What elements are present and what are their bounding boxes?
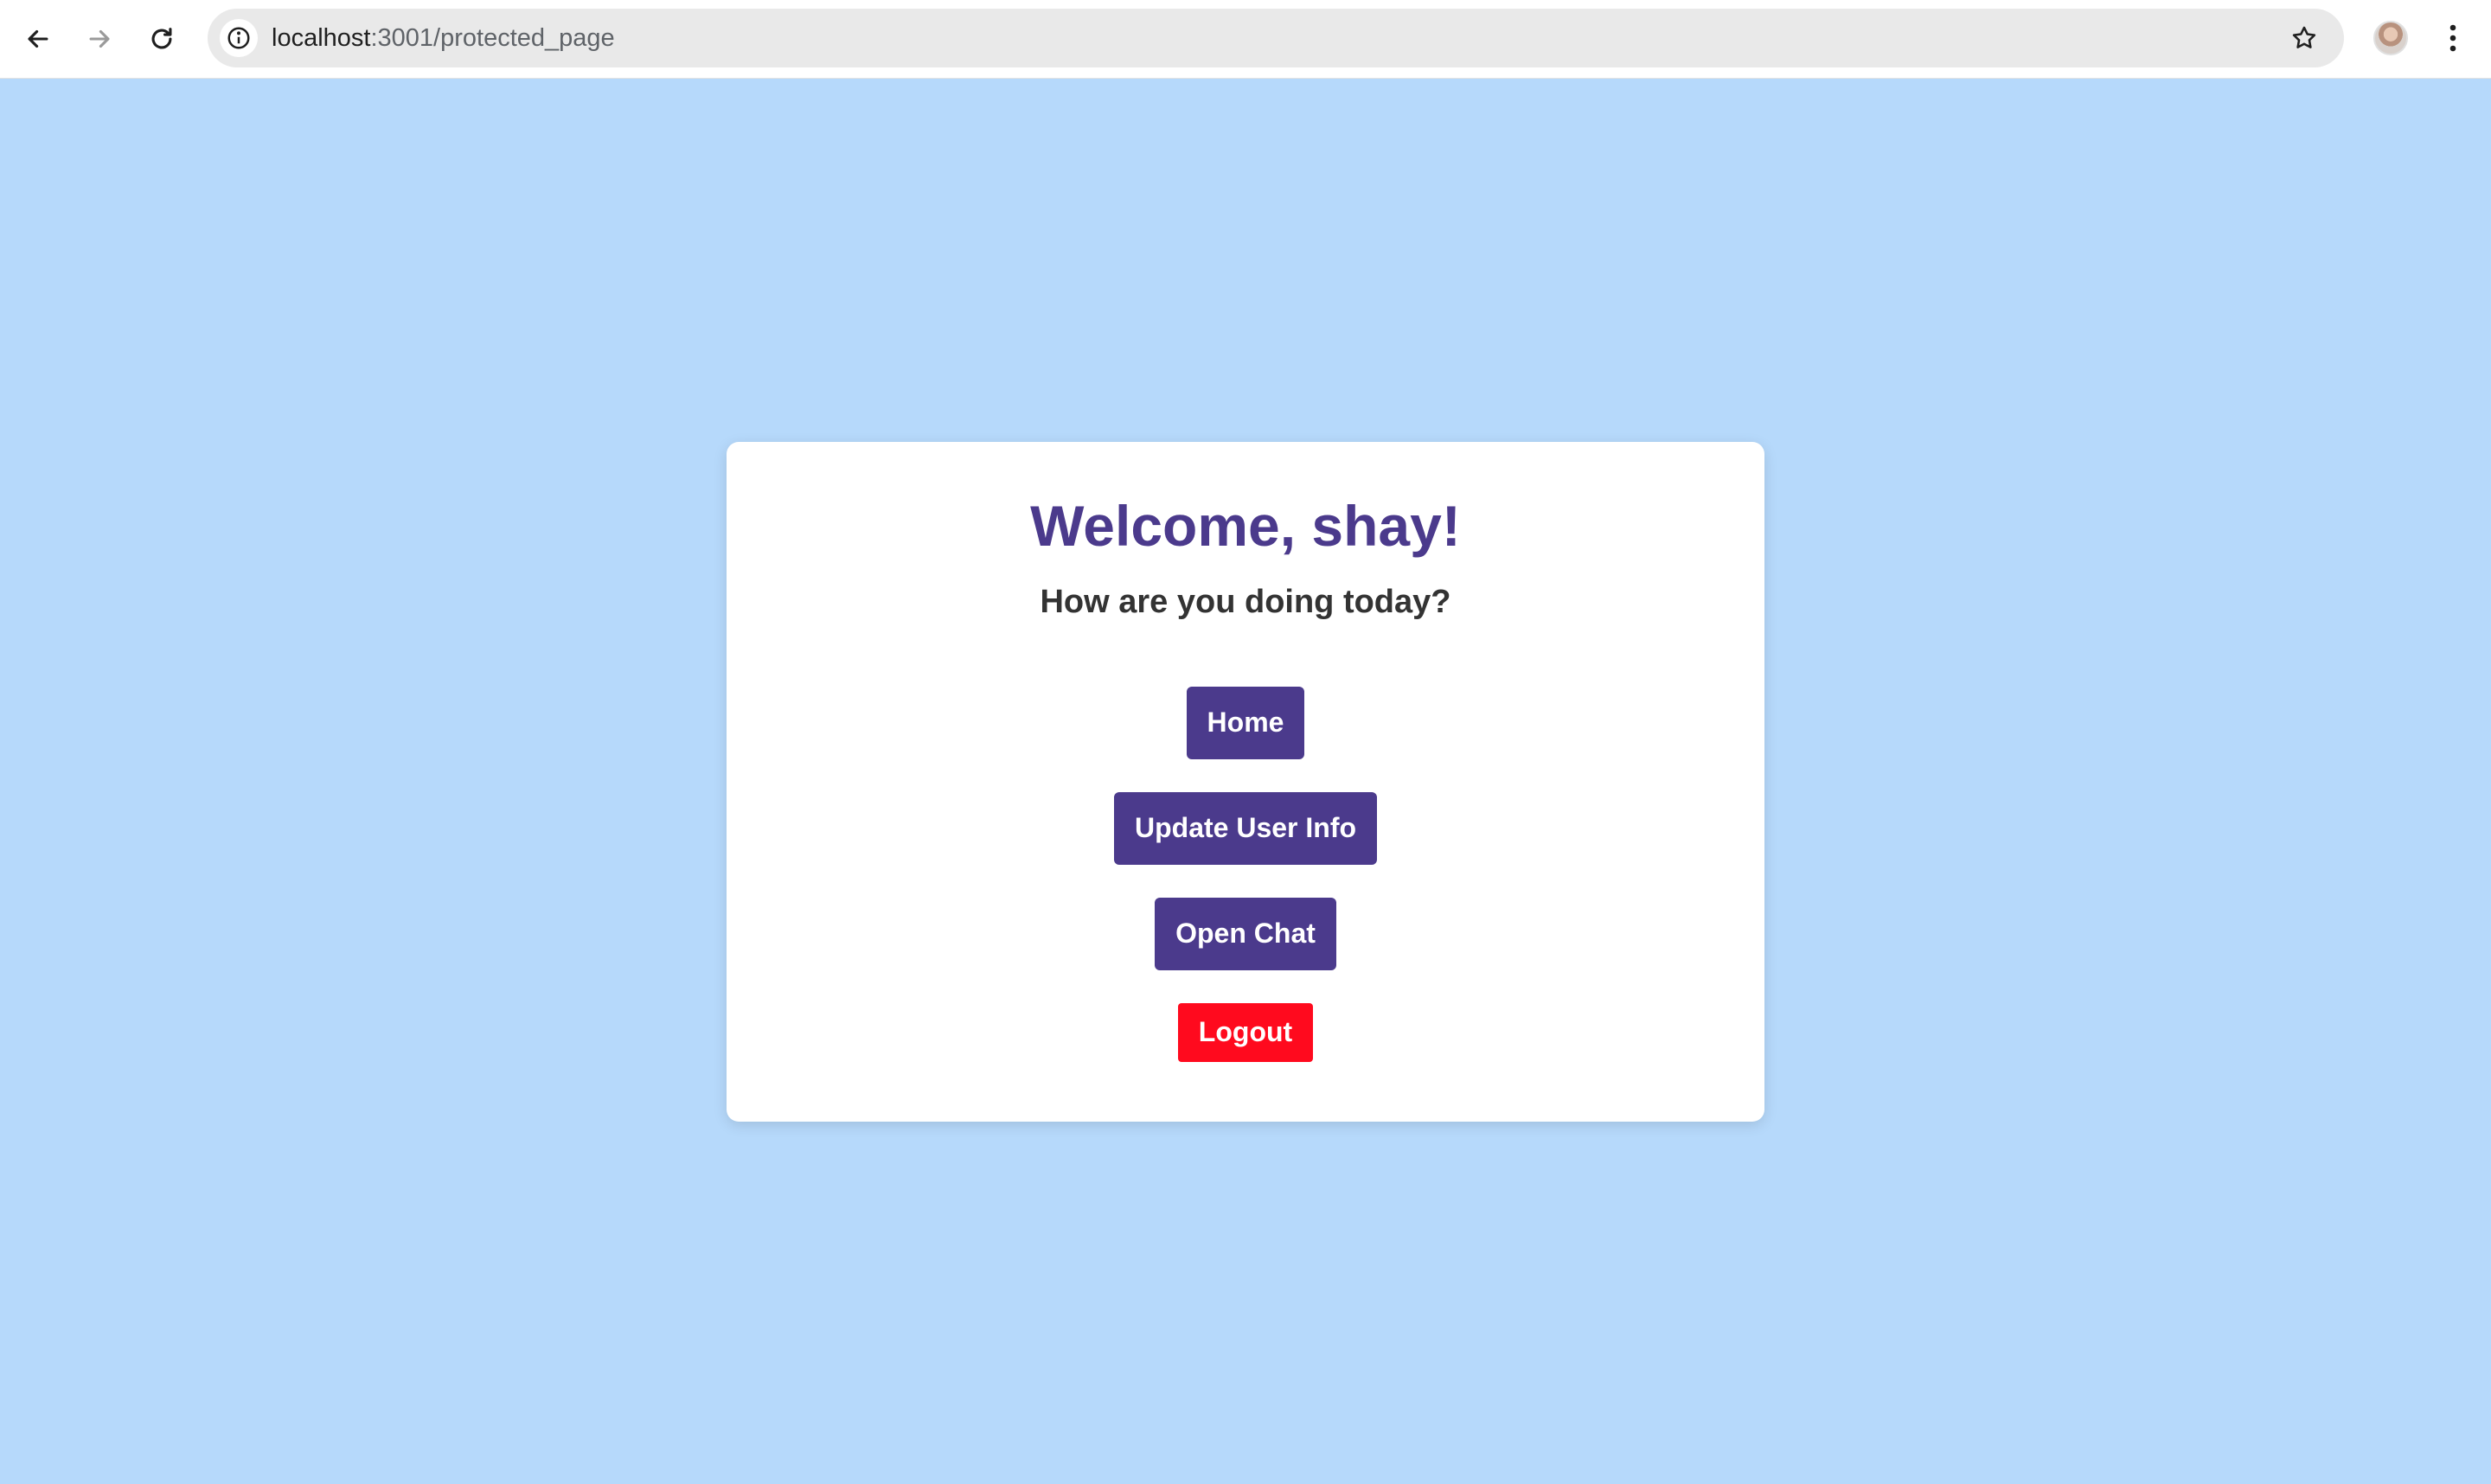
- browser-menu-button[interactable]: [2436, 19, 2470, 57]
- forward-button[interactable]: [79, 18, 120, 60]
- browser-toolbar: localhost:3001/protected_page: [0, 0, 2491, 79]
- welcome-card: Welcome, shay! How are you doing today? …: [727, 442, 1764, 1122]
- open-chat-button[interactable]: Open Chat: [1155, 897, 1336, 970]
- url-host: localhost: [272, 24, 371, 52]
- profile-avatar[interactable]: [2373, 21, 2408, 55]
- home-button[interactable]: Home: [1186, 686, 1305, 759]
- reload-button[interactable]: [141, 18, 183, 60]
- page-title: Welcome, shay!: [1030, 494, 1461, 558]
- back-button[interactable]: [17, 18, 59, 60]
- site-info-button[interactable]: [220, 19, 258, 57]
- forward-arrow-icon: [89, 29, 110, 48]
- logout-button[interactable]: Logout: [1177, 1002, 1314, 1062]
- reload-icon: [151, 28, 172, 49]
- update-user-info-button[interactable]: Update User Info: [1113, 791, 1378, 865]
- address-bar[interactable]: localhost:3001/protected_page: [208, 9, 2344, 67]
- back-arrow-icon: [28, 29, 48, 48]
- page-background: Welcome, shay! How are you doing today? …: [0, 79, 2491, 1484]
- bookmark-star-icon: [2292, 26, 2316, 48]
- kebab-menu-icon: [2449, 24, 2456, 52]
- site-info-icon: [227, 27, 250, 49]
- url-path: :3001/protected_page: [370, 24, 615, 52]
- page-subtitle: How are you doing today?: [1040, 583, 1451, 620]
- url-text[interactable]: localhost:3001/protected_page: [272, 9, 615, 67]
- bookmark-button[interactable]: [2287, 21, 2321, 55]
